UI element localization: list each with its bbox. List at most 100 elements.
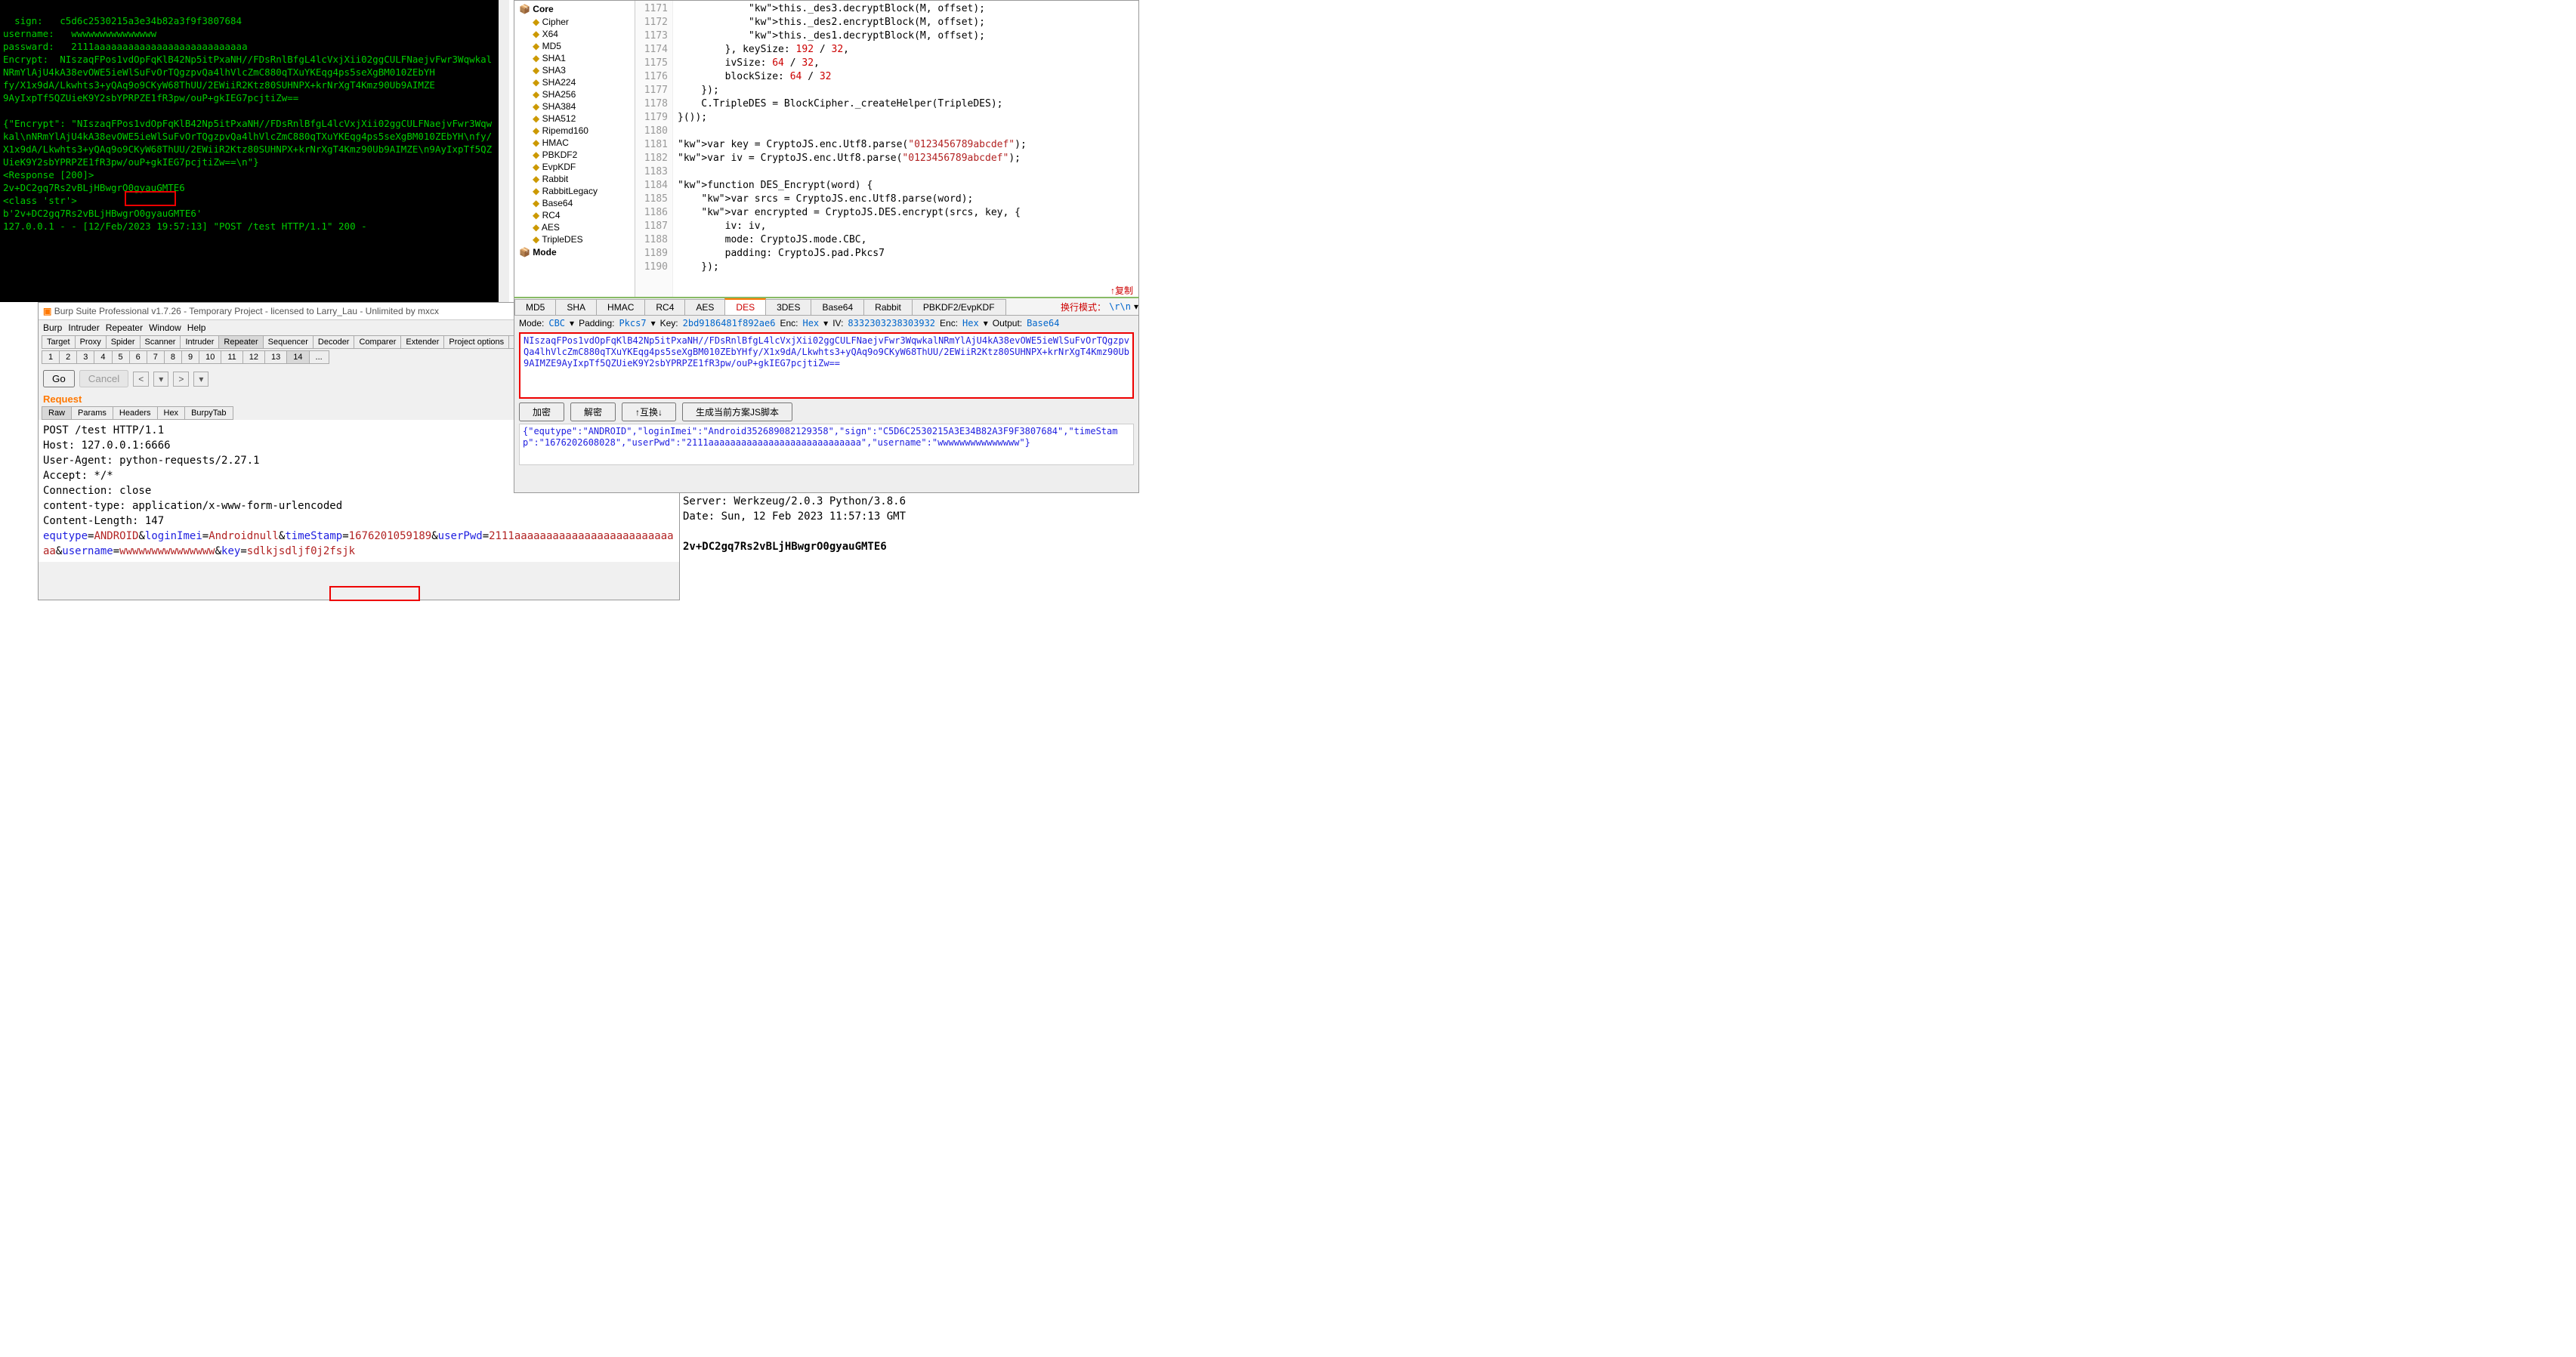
tab-intruder[interactable]: Intruder — [181, 336, 219, 348]
tree-item-rc4[interactable]: ◆ RC4 — [516, 209, 633, 221]
crypto-output-textarea[interactable]: {"equtype":"ANDROID","loginImei":"Androi… — [519, 424, 1134, 465]
decrypt-button[interactable]: 解密 — [570, 402, 616, 421]
output-label: Output: — [993, 318, 1022, 328]
menu-burp[interactable]: Burp — [43, 322, 62, 333]
tree-item-rabbit[interactable]: ◆ Rabbit — [516, 173, 633, 185]
repeater-tab-7[interactable]: 7 — [147, 350, 165, 364]
view-tab-headers[interactable]: Headers — [113, 406, 158, 420]
enc2-select[interactable]: Hex — [962, 318, 979, 328]
copy-link[interactable]: ↑复制 — [1110, 284, 1133, 297]
tree-item-sha224[interactable]: ◆ SHA224 — [516, 76, 633, 88]
swap-button[interactable]: ↑互换↓ — [622, 402, 676, 421]
menu-window[interactable]: Window — [149, 322, 181, 333]
encrypt-button[interactable]: 加密 — [519, 402, 564, 421]
repeater-tab-3[interactable]: 3 — [76, 350, 94, 364]
code-pane[interactable]: 1171 1172 1173 1174 1175 1176 1177 1178 … — [635, 1, 1138, 298]
burp-icon: ▣ — [43, 306, 51, 316]
algo-tab-sha[interactable]: SHA — [555, 299, 597, 315]
tree-header[interactable]: 📦 Core — [516, 2, 633, 16]
prev-dropdown[interactable]: ▾ — [153, 372, 168, 387]
mode-select[interactable]: CBC — [548, 318, 565, 328]
repeater-tab-12[interactable]: 12 — [242, 350, 265, 364]
algo-tab-hmac[interactable]: HMAC — [596, 299, 645, 315]
tab-sequencer[interactable]: Sequencer — [264, 336, 314, 348]
terminal-output: sign: c5d6c2530215a3e34b82a3f9f3807684 u… — [0, 0, 499, 302]
tree-item-evpkdf[interactable]: ◆ EvpKDF — [516, 161, 633, 173]
tab-extender[interactable]: Extender — [401, 336, 444, 348]
tree-item-md5[interactable]: ◆ MD5 — [516, 40, 633, 52]
tab-repeater[interactable]: Repeater — [219, 336, 263, 348]
padding-select[interactable]: Pkcs7 — [619, 318, 646, 328]
tree-item-sha512[interactable]: ◆ SHA512 — [516, 113, 633, 125]
enc1-select[interactable]: Hex — [802, 318, 819, 328]
algo-tab-pbkdf2/evpkdf[interactable]: PBKDF2/EvpKDF — [912, 299, 1006, 315]
repeater-tab-2[interactable]: 2 — [59, 350, 77, 364]
tree-item-sha384[interactable]: ◆ SHA384 — [516, 100, 633, 113]
tree-item-aes[interactable]: ◆ AES — [516, 221, 633, 233]
repeater-tab-9[interactable]: 9 — [181, 350, 199, 364]
tree-item-x64[interactable]: ◆ X64 — [516, 28, 633, 40]
highlight-box — [125, 191, 176, 206]
repeater-tab-11[interactable]: 11 — [221, 350, 242, 364]
algo-tab-rabbit[interactable]: Rabbit — [863, 299, 913, 315]
repeater-tab-5[interactable]: 5 — [112, 350, 130, 364]
repeater-tab-6[interactable]: 6 — [129, 350, 147, 364]
tab-decoder[interactable]: Decoder — [314, 336, 355, 348]
algo-tab-rc4[interactable]: RC4 — [644, 299, 685, 315]
prev-button[interactable]: < — [133, 372, 149, 387]
next-button[interactable]: > — [173, 372, 189, 387]
repeater-tab-1[interactable]: 1 — [42, 350, 60, 364]
algo-tab-aes[interactable]: AES — [684, 299, 725, 315]
algo-tab-base64[interactable]: Base64 — [811, 299, 864, 315]
menu-help[interactable]: Help — [187, 322, 206, 333]
view-tab-params[interactable]: Params — [71, 406, 113, 420]
next-dropdown[interactable]: ▾ — [193, 372, 208, 387]
view-tab-hex[interactable]: Hex — [157, 406, 186, 420]
tree-item-base64[interactable]: ◆ Base64 — [516, 197, 633, 209]
cryptojs-tree[interactable]: 📦 Core ◆ Cipher◆ X64◆ MD5◆ SHA1◆ SHA3◆ S… — [514, 1, 635, 298]
code-lines[interactable]: "kw">this._des3.decryptBlock(M, offset);… — [673, 1, 1138, 298]
crypto-algo-tabs: MD5SHAHMACRC4AESDES3DESBase64RabbitPBKDF… — [514, 298, 1138, 316]
tab-spider[interactable]: Spider — [107, 336, 141, 348]
repeater-tab-...[interactable]: ... — [309, 350, 329, 364]
mode-label: Mode: — [519, 318, 544, 328]
crypto-input-textarea[interactable]: NIszaqFPos1vdOpFqKlB42Np5itPxaNH//FDsRnl… — [519, 332, 1134, 399]
repeater-tab-13[interactable]: 13 — [264, 350, 287, 364]
tree-item-sha3[interactable]: ◆ SHA3 — [516, 64, 633, 76]
menu-intruder[interactable]: Intruder — [68, 322, 99, 333]
terminal-scrollbar[interactable] — [499, 0, 509, 302]
tree-item-tripledes[interactable]: ◆ TripleDES — [516, 233, 633, 245]
menu-repeater[interactable]: Repeater — [106, 322, 143, 333]
view-tab-raw[interactable]: Raw — [42, 406, 72, 420]
algo-tab-md5[interactable]: MD5 — [514, 299, 556, 315]
repeater-tab-14[interactable]: 14 — [286, 350, 309, 364]
view-tab-burpytab[interactable]: BurpyTab — [184, 406, 233, 420]
key-input[interactable]: 2bd9186481f892ae6 — [683, 318, 776, 328]
repeater-tab-4[interactable]: 4 — [94, 350, 112, 364]
repeater-tab-10[interactable]: 10 — [199, 350, 221, 364]
tab-comparer[interactable]: Comparer — [354, 336, 401, 348]
tab-scanner[interactable]: Scanner — [141, 336, 181, 348]
wrap-mode-label: 换行模式： — [1061, 301, 1106, 313]
tree-item-ripemd160[interactable]: ◆ Ripemd160 — [516, 125, 633, 137]
tab-target[interactable]: Target — [42, 336, 76, 348]
tab-proxy[interactable]: Proxy — [76, 336, 107, 348]
tree-footer[interactable]: 📦 Mode — [516, 245, 633, 259]
tree-item-pbkdf2[interactable]: ◆ PBKDF2 — [516, 149, 633, 161]
tree-item-cipher[interactable]: ◆ Cipher — [516, 16, 633, 28]
repeater-tab-8[interactable]: 8 — [164, 350, 182, 364]
crypto-params-row: Mode: CBC▾ Padding: Pkcs7▾ Key: 2bd91864… — [514, 316, 1138, 331]
tree-item-sha1[interactable]: ◆ SHA1 — [516, 52, 633, 64]
iv-input[interactable]: 8332303238303932 — [848, 318, 935, 328]
tree-item-hmac[interactable]: ◆ HMAC — [516, 137, 633, 149]
cancel-button[interactable]: Cancel — [79, 370, 129, 387]
tab-project options[interactable]: Project options — [444, 336, 509, 348]
generate-js-button[interactable]: 生成当前方案JS脚本 — [682, 402, 792, 421]
algo-tab-3des[interactable]: 3DES — [765, 299, 811, 315]
tree-item-sha256[interactable]: ◆ SHA256 — [516, 88, 633, 100]
output-select[interactable]: Base64 — [1027, 318, 1059, 328]
tree-item-rabbitlegacy[interactable]: ◆ RabbitLegacy — [516, 185, 633, 197]
algo-tab-des[interactable]: DES — [724, 298, 766, 315]
go-button[interactable]: Go — [43, 370, 75, 387]
wrap-mode-value[interactable]: \r\n — [1109, 301, 1131, 312]
